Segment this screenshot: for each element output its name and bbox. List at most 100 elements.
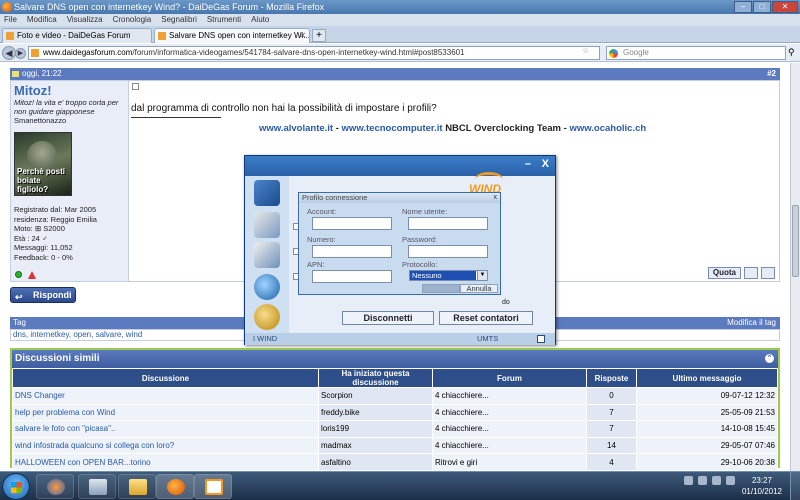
disconnect-button[interactable]: Disconnetti bbox=[342, 311, 434, 325]
maximize-button[interactable]: □ bbox=[753, 1, 771, 13]
column-header: Forum bbox=[432, 368, 587, 388]
menu-file[interactable]: File bbox=[4, 14, 17, 26]
tab-salvare-dns[interactable]: Salvare DNS open con internetkey Wi... ✕ bbox=[154, 28, 310, 43]
signature-team: NBCL Overclocking Team bbox=[445, 123, 561, 134]
menu-tools[interactable]: Strumenti bbox=[207, 14, 241, 26]
sms-icon[interactable] bbox=[254, 212, 280, 238]
thread-title-link[interactable]: help per problema con Wind bbox=[12, 403, 319, 422]
scrollbar-thumb[interactable] bbox=[792, 205, 799, 277]
tab-close-icon[interactable]: ✕ bbox=[299, 29, 306, 43]
wind-logo-arc bbox=[475, 172, 503, 186]
wind-minimize-button[interactable]: – bbox=[525, 158, 531, 170]
reply-button[interactable]: ↩ Rispondi bbox=[10, 287, 76, 303]
network-icon[interactable] bbox=[698, 476, 707, 485]
username-link[interactable]: Mitoz! bbox=[14, 83, 125, 98]
tab-foto-video[interactable]: Foto e video - DaiDeGas Forum bbox=[2, 28, 152, 43]
menu-edit[interactable]: Modifica bbox=[27, 14, 57, 26]
menu-view[interactable]: Visualizza bbox=[67, 14, 103, 26]
taskbar-wind[interactable] bbox=[194, 474, 232, 499]
user-rank: Smanettonazzo bbox=[14, 116, 67, 125]
taskbar-explorer[interactable] bbox=[118, 474, 156, 499]
number-field[interactable] bbox=[312, 245, 392, 258]
cancel-button[interactable]: Annulla bbox=[460, 284, 498, 293]
apn-field[interactable] bbox=[312, 270, 392, 283]
thread-title-link[interactable]: DNS Changer bbox=[12, 387, 319, 405]
taskbar-media-player[interactable] bbox=[36, 474, 74, 499]
user-title: Mitoz! la vita e' troppo corta per non g… bbox=[14, 98, 119, 116]
username-field[interactable] bbox=[408, 217, 488, 230]
clock-date: 01/10/2012 bbox=[741, 487, 783, 496]
account-field[interactable] bbox=[312, 217, 392, 230]
similar-threads-title: Discussioni simili bbox=[15, 353, 100, 364]
password-field[interactable] bbox=[408, 245, 488, 258]
internet-globe-icon[interactable] bbox=[254, 274, 280, 300]
thread-title-link[interactable]: salvare le foto con "picasa".. bbox=[12, 420, 319, 438]
new-tab-button[interactable]: + bbox=[312, 29, 326, 42]
signature-separator: - bbox=[335, 123, 339, 134]
wind-close-button[interactable]: X bbox=[542, 158, 549, 170]
search-input[interactable]: Google bbox=[606, 46, 786, 60]
forward-button[interactable]: ▶ bbox=[15, 48, 26, 59]
close-button[interactable]: ✕ bbox=[772, 1, 798, 13]
wind-status-brand: I WIND bbox=[253, 334, 278, 343]
search-icon[interactable]: ⚲ bbox=[788, 47, 795, 58]
protocol-select[interactable]: Nessuno ▼ bbox=[409, 270, 488, 281]
signature-link-alvolante[interactable]: www.alvolante.it bbox=[259, 123, 333, 134]
flag-icon[interactable] bbox=[712, 476, 721, 485]
reply-arrow-icon: ↩ bbox=[15, 292, 23, 302]
quote-button[interactable]: Quota bbox=[707, 267, 741, 279]
thread-author: madmax bbox=[318, 436, 433, 455]
reset-counters-button[interactable]: Reset contatori bbox=[439, 311, 533, 325]
page-scrollbar[interactable] bbox=[790, 63, 800, 471]
show-desktop-button[interactable] bbox=[790, 472, 800, 500]
ok-button[interactable] bbox=[422, 284, 460, 293]
connection-icon[interactable] bbox=[254, 180, 280, 206]
thread-forum: 4 chiacchiere... bbox=[432, 420, 587, 438]
windows-taskbar: 23:27 01/10/2012 bbox=[0, 471, 800, 500]
column-header: Ultimo messaggio bbox=[636, 368, 778, 388]
connection-profile-dialog: Profilo connessione x Account: Nome uten… bbox=[298, 192, 501, 295]
thread-title-link[interactable]: wind infostrada qualcuno si collega con … bbox=[12, 436, 319, 455]
bookmark-star-icon[interactable]: ☆ bbox=[582, 46, 589, 55]
signature-link-tecnocomputer[interactable]: www.tecnocomputer.it bbox=[342, 123, 443, 134]
post-number-link[interactable]: #2 bbox=[767, 68, 776, 80]
table-row: wind infostrada qualcuno si collega con … bbox=[12, 436, 778, 455]
edit-tags-link[interactable]: Modifica il tag bbox=[727, 317, 776, 329]
settings-gear-icon[interactable] bbox=[254, 304, 280, 330]
profile-close-button[interactable]: x bbox=[494, 193, 498, 203]
menu-help[interactable]: Aiuto bbox=[251, 14, 269, 26]
back-button[interactable]: ◀ bbox=[2, 46, 16, 60]
search-placeholder: Google bbox=[623, 48, 649, 57]
quick-reply-button[interactable] bbox=[761, 267, 775, 279]
account-label: Account: bbox=[307, 207, 337, 216]
network-type: UMTS bbox=[477, 334, 499, 343]
avatar[interactable]: Perchè posti boiate figliolo? bbox=[14, 132, 72, 196]
signature-link-ocaholic[interactable]: www.ocaholic.ch bbox=[569, 123, 646, 134]
start-button[interactable] bbox=[2, 473, 30, 500]
volume-icon[interactable] bbox=[726, 476, 735, 485]
thread-last-post: 14-10-08 15:45 bbox=[636, 420, 778, 438]
thread-replies: 14 bbox=[586, 436, 637, 455]
taskbar-window[interactable] bbox=[78, 474, 116, 499]
minimize-button[interactable]: – bbox=[734, 1, 752, 13]
favicon-icon bbox=[6, 32, 14, 40]
thread-last-post: 25-05-09 21:53 bbox=[636, 403, 778, 422]
menu-history[interactable]: Cronologia bbox=[113, 14, 152, 26]
table-header-row: Discussione Ha iniziato questa discussio… bbox=[12, 368, 778, 388]
thread-title-link[interactable]: HALLOWEEN con OPEN BAR...torino bbox=[12, 453, 319, 471]
contacts-icon[interactable] bbox=[254, 242, 280, 268]
collapse-icon[interactable]: ⌃ bbox=[765, 354, 774, 363]
profile-titlebar: Profilo connessione x bbox=[299, 193, 500, 203]
window-app-icon bbox=[89, 479, 107, 495]
post-time: oggi, 21:22 bbox=[22, 69, 62, 78]
taskbar-firefox[interactable] bbox=[156, 474, 194, 499]
report-icon[interactable] bbox=[28, 271, 36, 279]
thread-last-post: 09-07-12 12:32 bbox=[636, 387, 778, 405]
thread-last-post: 29-05-07 07:46 bbox=[636, 436, 778, 455]
address-bar[interactable]: www.daidegasforum.com/forum/informatica-… bbox=[28, 46, 600, 60]
clock[interactable]: 23:27 01/10/2012 bbox=[740, 475, 784, 497]
menu-bookmarks[interactable]: Segnalibri bbox=[161, 14, 197, 26]
multiquote-button[interactable] bbox=[744, 267, 758, 279]
tray-arrow-icon[interactable] bbox=[684, 476, 693, 485]
site-icon bbox=[31, 49, 39, 57]
